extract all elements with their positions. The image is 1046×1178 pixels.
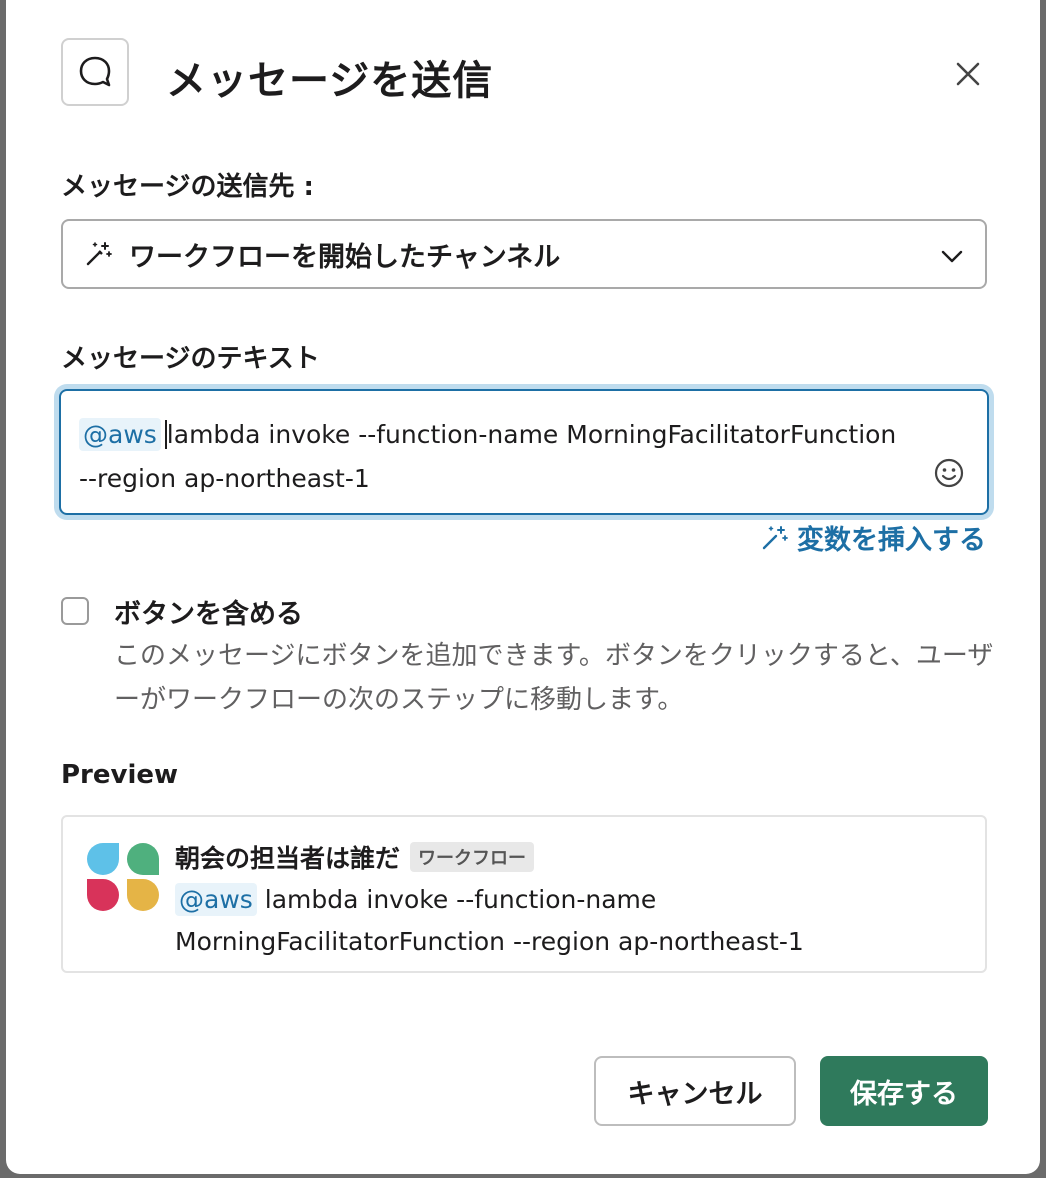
include-button-label: ボタンを含める [114, 599, 303, 630]
message-bubble-icon [61, 38, 129, 106]
recipient-select[interactable]: ワークフローを開始したチャンネル [61, 219, 987, 289]
preview-text-line2: MorningFacilitatorFunction --region ap-n… [175, 927, 804, 956]
workflow-app-logo [87, 843, 159, 911]
message-preview: 朝会の担当者は誰だ ワークフロー @aws lambda invoke --fu… [61, 815, 987, 973]
magic-wand-icon [762, 525, 788, 549]
message-textarea[interactable]: @aws lambda invoke --function-name Mornin… [59, 389, 989, 515]
dialog-title: メッセージを送信 [166, 58, 494, 104]
save-button[interactable]: 保存する [820, 1056, 988, 1126]
recipient-label: メッセージの送信先 : [61, 172, 314, 202]
emoji-icon[interactable] [933, 457, 965, 489]
insert-variable-label: 変数を挿入する [797, 525, 986, 556]
workflow-badge: ワークフロー [410, 842, 535, 872]
preview-message-text: @aws lambda invoke --function-name Morni… [175, 879, 935, 963]
magic-wand-icon [86, 242, 112, 266]
chevron-down-icon [941, 250, 963, 263]
preview-label: Preview [61, 760, 179, 790]
insert-variable-link[interactable]: 変数を挿入する [759, 518, 986, 557]
mention-chip: @aws [79, 418, 161, 451]
include-button-description: このメッセージにボタンを追加できます。ボタンをクリックすると、ユーザーがワークフ… [114, 641, 994, 715]
cancel-button[interactable]: キャンセル [594, 1056, 796, 1126]
message-text: lambda invoke --function-name MorningFac… [79, 420, 897, 493]
preview-sender-name: 朝会の担当者は誰だ [175, 844, 401, 873]
include-button-checkbox[interactable] [61, 597, 89, 625]
recipient-selected-value: ワークフローを開始したチャンネル [129, 241, 561, 273]
preview-sender: 朝会の担当者は誰だ ワークフロー [175, 839, 535, 875]
message-text-label: メッセージのテキスト [61, 344, 320, 374]
close-icon [956, 62, 980, 86]
preview-text-line1: lambda invoke --function-name [264, 885, 657, 914]
send-message-dialog: メッセージを送信 メッセージの送信先 : ワークフローを開始したチャンネル メッ… [6, 0, 1040, 1174]
preview-mention-chip: @aws [175, 883, 257, 916]
close-button[interactable] [946, 52, 990, 96]
